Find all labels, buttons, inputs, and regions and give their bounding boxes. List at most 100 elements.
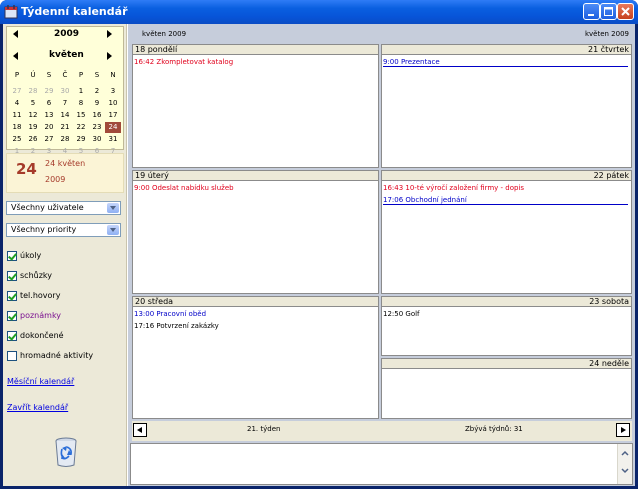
- day-header: 21 čtvrtek: [382, 45, 631, 55]
- calendar-day[interactable]: 21: [57, 122, 73, 133]
- next-year-icon[interactable]: [107, 30, 112, 38]
- checkbox-box[interactable]: [7, 271, 17, 281]
- month-year-right: květen 2009: [584, 30, 629, 38]
- recycle-bin-icon[interactable]: [53, 436, 79, 468]
- calendar-day[interactable]: 30: [57, 86, 73, 97]
- calendar-day[interactable]: 11: [9, 110, 25, 121]
- calendar-event[interactable]: 9:00 Prezentace: [383, 58, 628, 67]
- maximize-button[interactable]: [600, 3, 617, 20]
- checkbox-label: hromadné aktivity: [20, 351, 94, 360]
- checkbox-label: tel.hovory: [20, 291, 61, 300]
- notes-panel[interactable]: [130, 443, 633, 485]
- calendar-day[interactable]: 6: [41, 98, 57, 109]
- today-day-number: 24: [16, 160, 37, 178]
- calendar-day[interactable]: 4: [9, 98, 25, 109]
- prev-month-icon[interactable]: [13, 52, 18, 60]
- chevron-down-icon[interactable]: [107, 203, 119, 213]
- calendar-day[interactable]: 27: [41, 134, 57, 145]
- day-header: 22 pátek: [382, 171, 631, 181]
- calendar-day[interactable]: 23: [89, 122, 105, 133]
- scroll-up-icon[interactable]: [618, 448, 632, 458]
- prev-week-button[interactable]: [133, 423, 147, 437]
- calendar-event[interactable]: 17:06 Obchodní jednání: [383, 196, 628, 205]
- checkbox-box[interactable]: [7, 291, 17, 301]
- calendar-day[interactable]: 7: [57, 98, 73, 109]
- calendar-day[interactable]: 18: [9, 122, 25, 133]
- calendar-day[interactable]: 15: [73, 110, 89, 121]
- calendar-event[interactable]: 16:42 Zkompletovat katalog: [134, 58, 233, 66]
- weekday-label: S: [46, 71, 52, 79]
- month-calendar-link[interactable]: Měsíční kalendář: [7, 377, 74, 386]
- chevron-down-icon[interactable]: [107, 225, 119, 235]
- day-cell-fri[interactable]: 22 pátek 16:43 10-té výročí založení firm…: [381, 170, 632, 294]
- priority-select[interactable]: Všechny priority: [6, 223, 121, 237]
- scroll-down-icon[interactable]: [618, 466, 632, 476]
- prev-year-icon[interactable]: [13, 30, 18, 38]
- calendar-day[interactable]: 22: [73, 122, 89, 133]
- calendar-day[interactable]: 3: [105, 86, 121, 97]
- calendar-day[interactable]: 30: [89, 134, 105, 145]
- calendar-event[interactable]: 17:16 Potvrzení zakázky: [134, 322, 219, 330]
- calendar-day[interactable]: 16: [89, 110, 105, 121]
- checkbox-box[interactable]: [7, 311, 17, 321]
- close-calendar-link[interactable]: Zavřít kalendář: [7, 403, 68, 412]
- checkbox-box[interactable]: [7, 351, 17, 361]
- day-cell-tue[interactable]: 19 úterý 9:00 Odeslat nabídku služeb: [132, 170, 379, 294]
- week-view: květen 2009 květen 2009 18 pondělí 16:42 …: [128, 24, 635, 486]
- calendar-day[interactable]: 5: [25, 98, 41, 109]
- day-cell-sat[interactable]: 23 sobota 12:50 Golf: [381, 296, 632, 356]
- calendar-day[interactable]: 9: [89, 98, 105, 109]
- users-select-value: Všechny uživatele: [11, 203, 84, 212]
- calendar-day[interactable]: 24: [105, 122, 121, 133]
- checkbox-box[interactable]: [7, 331, 17, 341]
- today-panel[interactable]: 24 24 květen 2009: [6, 153, 124, 193]
- weekday-label: Ú: [30, 71, 36, 79]
- day-header: 23 sobota: [382, 297, 631, 307]
- calendar-day[interactable]: 28: [25, 86, 41, 97]
- calendar-day[interactable]: 28: [57, 134, 73, 145]
- checkbox-label: poznámky: [20, 311, 62, 320]
- calendar-day[interactable]: 20: [41, 122, 57, 133]
- users-select[interactable]: Všechny uživatele: [6, 201, 121, 215]
- checkbox-box[interactable]: [7, 251, 17, 261]
- calendar-day[interactable]: 19: [25, 122, 41, 133]
- calendar-day[interactable]: 12: [25, 110, 41, 121]
- mini-calendar: 2009 květen PÚSČPSN 27 28 29 30 1 2 3 4 5 6 7 8 9 10 1…: [6, 26, 124, 155]
- notes-scrollbar[interactable]: [617, 444, 632, 484]
- calendar-day[interactable]: 14: [57, 110, 73, 121]
- calendar-day[interactable]: 2: [89, 86, 105, 97]
- minimize-button[interactable]: [583, 3, 600, 20]
- calendar-day[interactable]: 31: [105, 134, 121, 145]
- calendar-day[interactable]: 10: [105, 98, 121, 109]
- calendar-day[interactable]: 26: [25, 134, 41, 145]
- calendar-event[interactable]: 16:43 10-té výročí založení firmy - dopi…: [383, 184, 524, 192]
- priority-select-value: Všechny priority: [11, 225, 77, 234]
- calendar-event[interactable]: 13:00 Pracovní oběd: [134, 310, 206, 318]
- calendar-day[interactable]: 29: [73, 134, 89, 145]
- month-year-left: květen 2009: [142, 30, 187, 38]
- calendar-day[interactable]: 29: [41, 86, 57, 97]
- minimize-icon: [588, 14, 594, 16]
- checkbox-label: dokončené: [20, 331, 64, 340]
- day-cell-mon[interactable]: 18 pondělí 16:42 Zkompletovat katalog: [132, 44, 379, 168]
- calendar-day[interactable]: 25: [9, 134, 25, 145]
- calendar-day[interactable]: 13: [41, 110, 57, 121]
- year-label: 2009: [54, 29, 80, 39]
- next-month-icon[interactable]: [107, 52, 112, 60]
- day-cell-sun[interactable]: 24 neděle: [381, 358, 632, 419]
- close-button[interactable]: [617, 3, 634, 20]
- maximize-icon: [604, 7, 613, 16]
- next-week-button[interactable]: [616, 423, 630, 437]
- day-cell-wed[interactable]: 20 středa 13:00 Pracovní oběd 17:16 Potvrz…: [132, 296, 379, 419]
- calendar-day[interactable]: 27: [9, 86, 25, 97]
- calendar-event[interactable]: 9:00 Odeslat nabídku služeb: [134, 184, 234, 192]
- close-icon: [621, 7, 630, 16]
- calendar-day[interactable]: 17: [105, 110, 121, 121]
- calendar-event[interactable]: 12:50 Golf: [383, 310, 420, 318]
- day-header: 24 neděle: [382, 359, 631, 369]
- calendar-day[interactable]: 1: [73, 86, 89, 97]
- day-header: 20 středa: [133, 297, 378, 307]
- day-cell-thu[interactable]: 21 čtvrtek 9:00 Prezentace: [381, 44, 632, 168]
- calendar-day[interactable]: 8: [73, 98, 89, 109]
- title-bar[interactable]: Týdenní kalendář: [0, 0, 638, 24]
